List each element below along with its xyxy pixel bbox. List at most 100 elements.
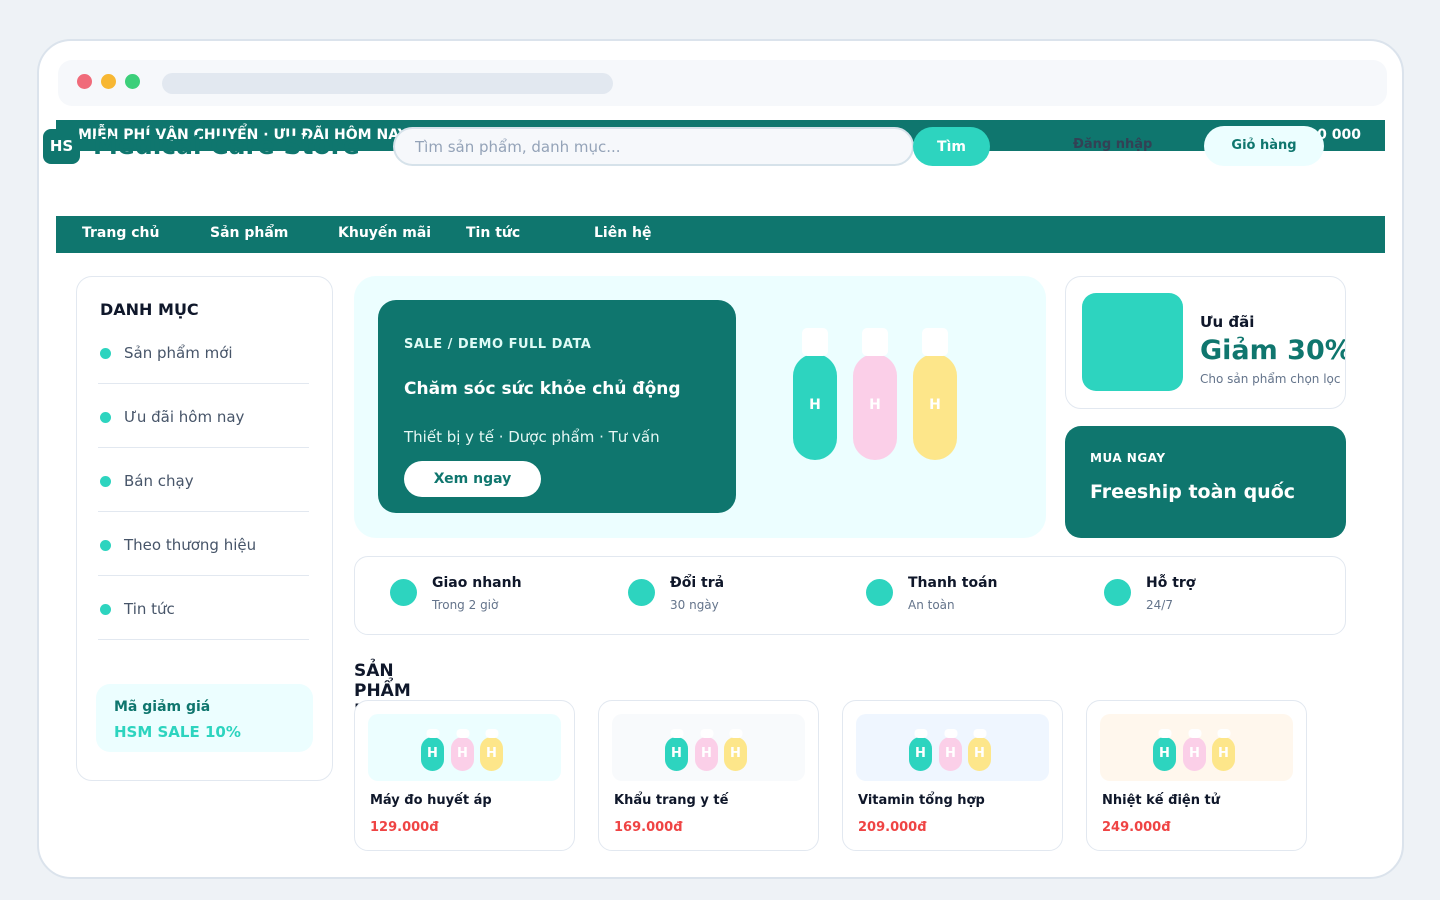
feature-title: Hỗ trợ: [1146, 575, 1196, 591]
hero-banner: SALE / DEMO FULL DATA Chăm sóc sức khỏe …: [354, 276, 1046, 538]
product-card[interactable]: H H H Khẩu trang y tế 169.000đ: [598, 700, 819, 851]
cart-button[interactable]: Giỏ hàng: [1204, 126, 1324, 166]
bottle-letter: H: [869, 397, 881, 413]
bottle-letter: H: [945, 746, 956, 761]
bottle-letter: H: [1218, 746, 1229, 761]
coupon-title: Mã giảm giá: [114, 699, 211, 715]
category-sidebar: DANH MỤC Sản phẩm mới Ưu đãi hôm nay Bán…: [76, 276, 333, 781]
feature-sub: Trong 2 giờ: [432, 598, 499, 612]
feature-icon: [866, 579, 893, 606]
bullet-icon: [100, 476, 111, 487]
product-image: H H H: [368, 714, 561, 781]
product-name: Nhiệt kế điện tử: [1102, 793, 1220, 808]
bottle-letter: H: [915, 746, 926, 761]
bottle-icon: H: [939, 729, 962, 771]
sidebar-item-deals[interactable]: Ưu đãi hôm nay: [98, 384, 309, 448]
product-image: H H H: [1100, 714, 1293, 781]
feature-sub: 24/7: [1146, 598, 1173, 612]
feature-support: Hỗ trợ 24/7: [1104, 557, 1304, 636]
category-title: DANH MỤC: [100, 300, 199, 319]
bottle-icon: H: [1153, 729, 1176, 771]
bottle-icon: H: [853, 328, 897, 460]
bottle-icon: H: [421, 729, 444, 771]
bottle-icon: H: [695, 729, 718, 771]
hero-subtitle: Thiết bị y tế · Dược phẩm · Tư vấn: [404, 428, 660, 446]
offer-card[interactable]: Ưu đãi Giảm 30% Cho sản phẩm chọn lọc: [1065, 276, 1346, 409]
search-button[interactable]: Tìm: [913, 127, 990, 166]
bottle-letter: H: [701, 746, 712, 761]
feature-sub: An toàn: [908, 598, 955, 612]
bottle-letter: H: [1159, 746, 1170, 761]
hero-title: Chăm sóc sức khỏe chủ động: [404, 379, 681, 399]
nav-item-promotions[interactable]: Khuyến mãi: [338, 225, 431, 241]
main-nav: Trang chủ Sản phẩm Khuyến mãi Tin tức Li…: [56, 216, 1385, 253]
feature-title: Đổi trả: [670, 575, 725, 591]
sidebar-item-news[interactable]: Tin tức: [98, 576, 309, 640]
offer-discount: Giảm 30%: [1200, 335, 1346, 366]
feature-icon: [390, 579, 417, 606]
feature-fast-delivery: Giao nhanh Trong 2 giờ: [390, 557, 590, 636]
bottle-letter: H: [974, 746, 985, 761]
bottle-letter: H: [929, 397, 941, 413]
buy-now-eyebrow: MUA NGAY: [1090, 451, 1166, 465]
feature-icon: [1104, 579, 1131, 606]
offer-image: [1082, 293, 1183, 391]
product-card[interactable]: H H H Vitamin tổng hợp 209.000đ: [842, 700, 1063, 851]
hero-cta-button[interactable]: Xem ngay: [404, 461, 541, 497]
bottle-icon: H: [480, 729, 503, 771]
feature-title: Thanh toán: [908, 575, 998, 591]
bullet-icon: [100, 412, 111, 423]
nav-item-contact[interactable]: Liên hệ: [594, 225, 652, 241]
feature-returns: Đổi trả 30 ngày: [628, 557, 828, 636]
bottle-icon: H: [968, 729, 991, 771]
product-name: Máy đo huyết áp: [370, 793, 492, 808]
login-link[interactable]: Đăng nhập: [1073, 137, 1152, 152]
bottle-letter: H: [1189, 746, 1200, 761]
feature-payment: Thanh toán An toàn: [866, 557, 1066, 636]
sidebar-item-label: Theo thương hiệu: [124, 536, 257, 554]
coupon-card[interactable]: Mã giảm giá HSM SALE 10%: [96, 684, 313, 752]
offer-note: Cho sản phẩm chọn lọc: [1200, 372, 1341, 386]
sidebar-item-brands[interactable]: Theo thương hiệu: [98, 512, 309, 576]
store-name[interactable]: Medical Care Store: [93, 131, 360, 160]
sidebar-item-label: Ưu đãi hôm nay: [124, 408, 245, 426]
sidebar-item-new[interactable]: Sản phẩm mới: [98, 320, 309, 384]
bottle-icon: H: [665, 729, 688, 771]
feature-strip: Giao nhanh Trong 2 giờ Đổi trả 30 ngày T…: [354, 556, 1346, 635]
product-price: 249.000đ: [1102, 820, 1171, 835]
hero-eyebrow: SALE / DEMO FULL DATA: [404, 337, 592, 352]
bottle-letter: H: [671, 746, 682, 761]
feature-title: Giao nhanh: [432, 575, 522, 591]
hero-card: SALE / DEMO FULL DATA Chăm sóc sức khỏe …: [378, 300, 736, 513]
bottle-letter: H: [457, 746, 468, 761]
product-card[interactable]: H H H Máy đo huyết áp 129.000đ: [354, 700, 575, 851]
nav-item-home[interactable]: Trang chủ: [82, 225, 159, 241]
feature-sub: 30 ngày: [670, 598, 719, 612]
bottle-letter: H: [486, 746, 497, 761]
bottle-icon: H: [909, 729, 932, 771]
bottle-icon: H: [1183, 729, 1206, 771]
bottle-icon: H: [913, 328, 957, 460]
product-name: Vitamin tổng hợp: [858, 793, 985, 808]
bullet-icon: [100, 540, 111, 551]
bottle-icon: H: [793, 328, 837, 460]
nav-item-news[interactable]: Tin tức: [466, 225, 520, 241]
search-input[interactable]: [393, 127, 914, 166]
nav-item-products[interactable]: Sản phẩm: [210, 225, 288, 241]
buy-now-card[interactable]: MUA NGAY Freeship toàn quốc: [1065, 426, 1346, 538]
bottle-letter: H: [427, 746, 438, 761]
coupon-code: HSM SALE 10%: [114, 723, 241, 741]
sidebar-item-bestsellers[interactable]: Bán chạy: [98, 448, 309, 512]
product-image: H H H: [856, 714, 1049, 781]
offer-label: Ưu đãi: [1200, 313, 1255, 331]
product-card[interactable]: H H H Nhiệt kế điện tử 249.000đ: [1086, 700, 1307, 851]
bullet-icon: [100, 348, 111, 359]
store-logo[interactable]: HS: [43, 129, 80, 164]
feature-icon: [628, 579, 655, 606]
bottle-icon: H: [724, 729, 747, 771]
bottle-letter: H: [809, 397, 821, 413]
sidebar-item-label: Tin tức: [124, 600, 175, 618]
product-image: H H H: [612, 714, 805, 781]
buy-now-title: Freeship toàn quốc: [1090, 481, 1296, 503]
bottle-icon: H: [1212, 729, 1235, 771]
